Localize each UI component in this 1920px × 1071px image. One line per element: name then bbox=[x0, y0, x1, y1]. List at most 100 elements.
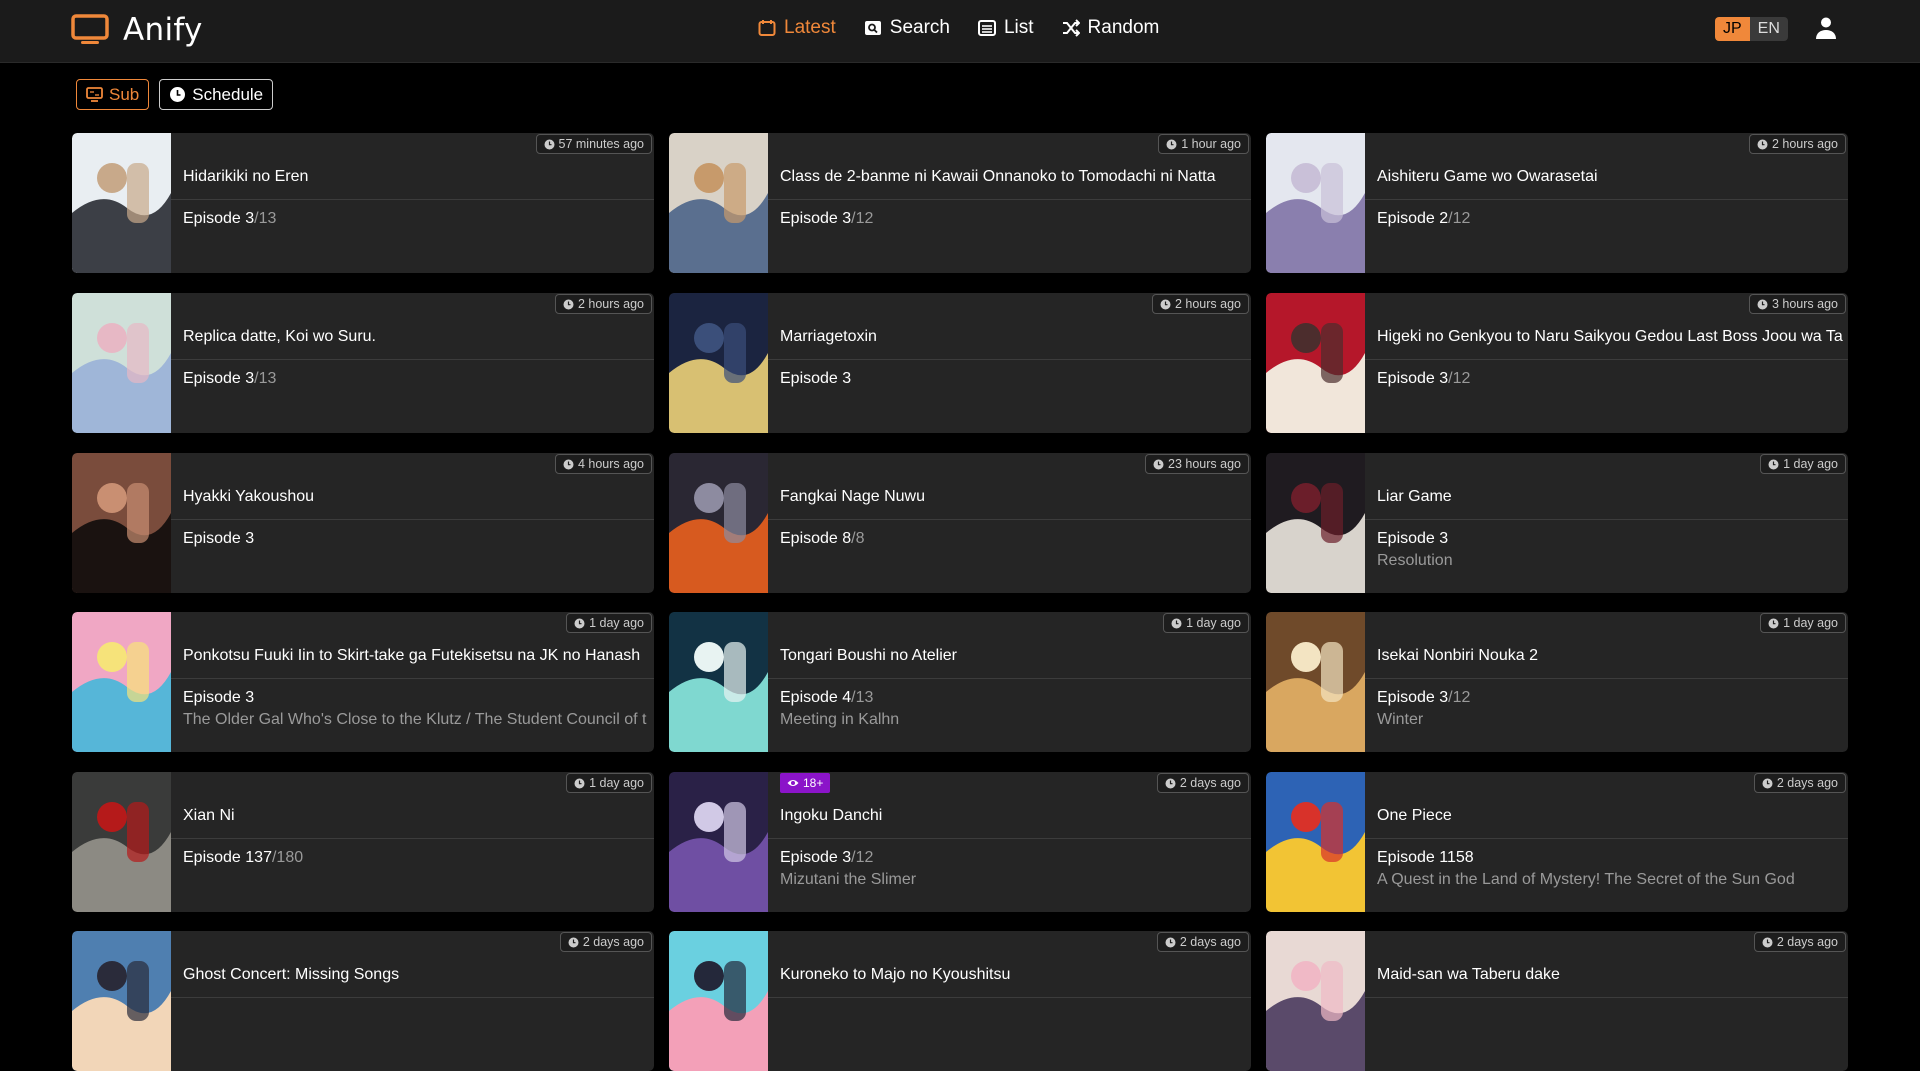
poster-image[interactable] bbox=[1266, 612, 1365, 752]
episode-number[interactable]: Episode 3/13 bbox=[183, 370, 276, 388]
episode-card[interactable]: 23 hours ago Fangkai Nage Nuwu Episode 8/8 bbox=[669, 453, 1251, 593]
poster-image[interactable] bbox=[1266, 772, 1365, 912]
episode-card[interactable]: 18+ 2 days ago Ingoku Danchi Episode 3/12 Mi… bbox=[669, 772, 1251, 912]
poster-image[interactable] bbox=[1266, 931, 1365, 1071]
episode-number[interactable]: Episode 3 bbox=[183, 689, 254, 707]
episode-number[interactable]: Episode 2/12 bbox=[1377, 210, 1470, 228]
poster-image[interactable] bbox=[669, 612, 768, 752]
nav-search[interactable]: Search bbox=[864, 17, 950, 39]
lang-jp[interactable]: JP bbox=[1715, 17, 1750, 41]
nav-latest[interactable]: Latest bbox=[758, 17, 836, 39]
poster-image[interactable] bbox=[669, 133, 768, 273]
nav-random[interactable]: Random bbox=[1062, 17, 1159, 39]
clock-icon bbox=[1762, 937, 1773, 947]
anime-title[interactable]: Hidarikiki no Eren bbox=[183, 168, 308, 186]
episode-card[interactable]: 1 day ago Tongari Boushi no Atelier Episod… bbox=[669, 612, 1251, 752]
episode-number[interactable]: Episode 3 bbox=[780, 370, 851, 388]
poster-image[interactable] bbox=[669, 293, 768, 433]
episode-card[interactable]: 2 hours ago Replica datte, Koi wo Suru. Ep… bbox=[72, 293, 654, 433]
poster-image[interactable] bbox=[669, 453, 768, 593]
anime-title[interactable]: Marriagetoxin bbox=[780, 328, 877, 346]
anime-title[interactable]: Ponkotsu Fuuki Iin to Skirt-take ga Fute… bbox=[183, 647, 640, 665]
poster-image[interactable] bbox=[1266, 293, 1365, 433]
user-icon[interactable] bbox=[1815, 16, 1837, 40]
episode-label: Episode 3 bbox=[183, 210, 255, 227]
episode-card[interactable]: 1 day ago Liar Game Episode 3 Resolution bbox=[1266, 453, 1848, 593]
clock-icon bbox=[1757, 139, 1768, 149]
episode-card[interactable]: 2 days ago Kuroneko to Majo no Kyoushitsu bbox=[669, 931, 1251, 1071]
episode-number[interactable]: Episode 3/12 bbox=[780, 210, 873, 228]
episode-card[interactable]: 2 hours ago Marriagetoxin Episode 3 bbox=[669, 293, 1251, 433]
card-divider bbox=[171, 359, 654, 360]
anime-title[interactable]: Aishiteru Game wo Owarasetai bbox=[1377, 168, 1598, 186]
anime-title[interactable]: One Piece bbox=[1377, 807, 1452, 825]
release-time-badge: 2 days ago bbox=[559, 932, 652, 952]
nav-list[interactable]: List bbox=[977, 17, 1034, 39]
episode-number[interactable]: Episode 3/12 bbox=[1377, 689, 1470, 707]
anime-title[interactable]: Replica datte, Koi wo Suru. bbox=[183, 328, 376, 346]
episode-number[interactable]: Episode 3 bbox=[1377, 530, 1448, 548]
anime-title[interactable]: Higeki no Genkyou to Naru Saikyou Gedou … bbox=[1377, 328, 1843, 346]
episode-card[interactable]: 1 day ago Xian Ni Episode 137/180 bbox=[72, 772, 654, 912]
poster-image[interactable] bbox=[1266, 453, 1365, 593]
episode-card[interactable]: 2 days ago Ghost Concert: Missing Songs bbox=[72, 931, 654, 1071]
poster-image[interactable] bbox=[72, 453, 171, 593]
episode-number[interactable]: Episode 3/12 bbox=[1377, 370, 1470, 388]
episode-label: Episode 3 bbox=[780, 210, 852, 227]
poster-image[interactable] bbox=[1266, 133, 1365, 273]
episode-number[interactable]: Episode 4/13 bbox=[780, 689, 873, 707]
episode-title: Winter bbox=[1377, 711, 1424, 728]
release-time-text: 1 day ago bbox=[589, 616, 644, 630]
episode-number[interactable]: Episode 137/180 bbox=[183, 849, 303, 867]
anime-title[interactable]: Tongari Boushi no Atelier bbox=[780, 647, 957, 665]
poster-image[interactable] bbox=[72, 133, 171, 273]
anime-title[interactable]: Xian Ni bbox=[183, 807, 235, 825]
episode-number[interactable]: Episode 8/8 bbox=[780, 530, 865, 548]
release-time-badge: 1 day ago bbox=[1760, 613, 1846, 633]
poster-image[interactable] bbox=[72, 931, 171, 1071]
poster-image[interactable] bbox=[72, 612, 171, 752]
episode-card[interactable]: 1 hour ago Class de 2-banme ni Kawaii Onn… bbox=[669, 133, 1251, 273]
brand[interactable]: Anify bbox=[71, 12, 203, 48]
clock-icon bbox=[1171, 618, 1182, 628]
episode-title: Mizutani the Slimer bbox=[780, 871, 917, 888]
adult-badge-label: 18+ bbox=[803, 776, 824, 790]
poster-image[interactable] bbox=[669, 931, 768, 1071]
sub-filter-button[interactable]: Sub bbox=[76, 79, 150, 110]
schedule-button[interactable]: Schedule bbox=[159, 79, 274, 110]
anime-title[interactable]: Isekai Nonbiri Nouka 2 bbox=[1377, 647, 1538, 665]
episode-card[interactable]: 2 days ago One Piece Episode 1158 A Quest i… bbox=[1266, 772, 1848, 912]
episode-card[interactable]: 4 hours ago Hyakki Yakoushou Episode 3 bbox=[72, 453, 654, 593]
card-divider bbox=[768, 519, 1251, 520]
poster-image[interactable] bbox=[72, 293, 171, 433]
episode-card[interactable]: 1 day ago Isekai Nonbiri Nouka 2 Episode 3… bbox=[1266, 612, 1848, 752]
poster-image[interactable] bbox=[72, 772, 171, 912]
anime-title[interactable]: Ingoku Danchi bbox=[780, 807, 882, 825]
anime-title[interactable]: Maid-san wa Taberu dake bbox=[1377, 966, 1560, 984]
episode-number[interactable]: Episode 3/13 bbox=[183, 210, 276, 228]
episode-card[interactable]: 2 hours ago Aishiteru Game wo Owarasetai E… bbox=[1266, 133, 1848, 273]
release-time-badge: 2 days ago bbox=[1156, 932, 1249, 952]
anime-title[interactable]: Kuroneko to Majo no Kyoushitsu bbox=[780, 966, 1010, 984]
release-time-badge: 4 hours ago bbox=[554, 454, 652, 474]
clock-icon bbox=[1768, 618, 1779, 628]
release-time-text: 3 hours ago bbox=[1771, 297, 1838, 311]
episode-number[interactable]: Episode 1158 bbox=[1377, 849, 1474, 867]
episode-label: Episode 4 bbox=[780, 689, 852, 706]
episode-card[interactable]: 57 minutes ago Hidarikiki no Eren Episode … bbox=[72, 133, 654, 273]
anime-title[interactable]: Fangkai Nage Nuwu bbox=[780, 488, 925, 506]
episode-card[interactable]: 2 days ago Maid-san wa Taberu dake bbox=[1266, 931, 1848, 1071]
episode-card[interactable]: 1 day ago Ponkotsu Fuuki Iin to Skirt-tak… bbox=[72, 612, 654, 752]
episode-label: Episode 2 bbox=[1377, 210, 1449, 227]
anime-title[interactable]: Ghost Concert: Missing Songs bbox=[183, 966, 399, 984]
anime-title[interactable]: Liar Game bbox=[1377, 488, 1452, 506]
episode-number[interactable]: Episode 3 bbox=[183, 530, 254, 548]
episode-card[interactable]: 3 hours ago Higeki no Genkyou to Naru Sai… bbox=[1266, 293, 1848, 433]
episode-number[interactable]: Episode 3/12 bbox=[780, 849, 873, 867]
poster-image[interactable] bbox=[669, 772, 768, 912]
anime-title[interactable]: Hyakki Yakoushou bbox=[183, 488, 314, 506]
lang-en[interactable]: EN bbox=[1749, 17, 1788, 41]
anime-title[interactable]: Class de 2-banme ni Kawaii Onnanoko to T… bbox=[780, 168, 1216, 186]
release-time-badge: 2 hours ago bbox=[1748, 134, 1846, 154]
clock-icon bbox=[544, 139, 555, 149]
